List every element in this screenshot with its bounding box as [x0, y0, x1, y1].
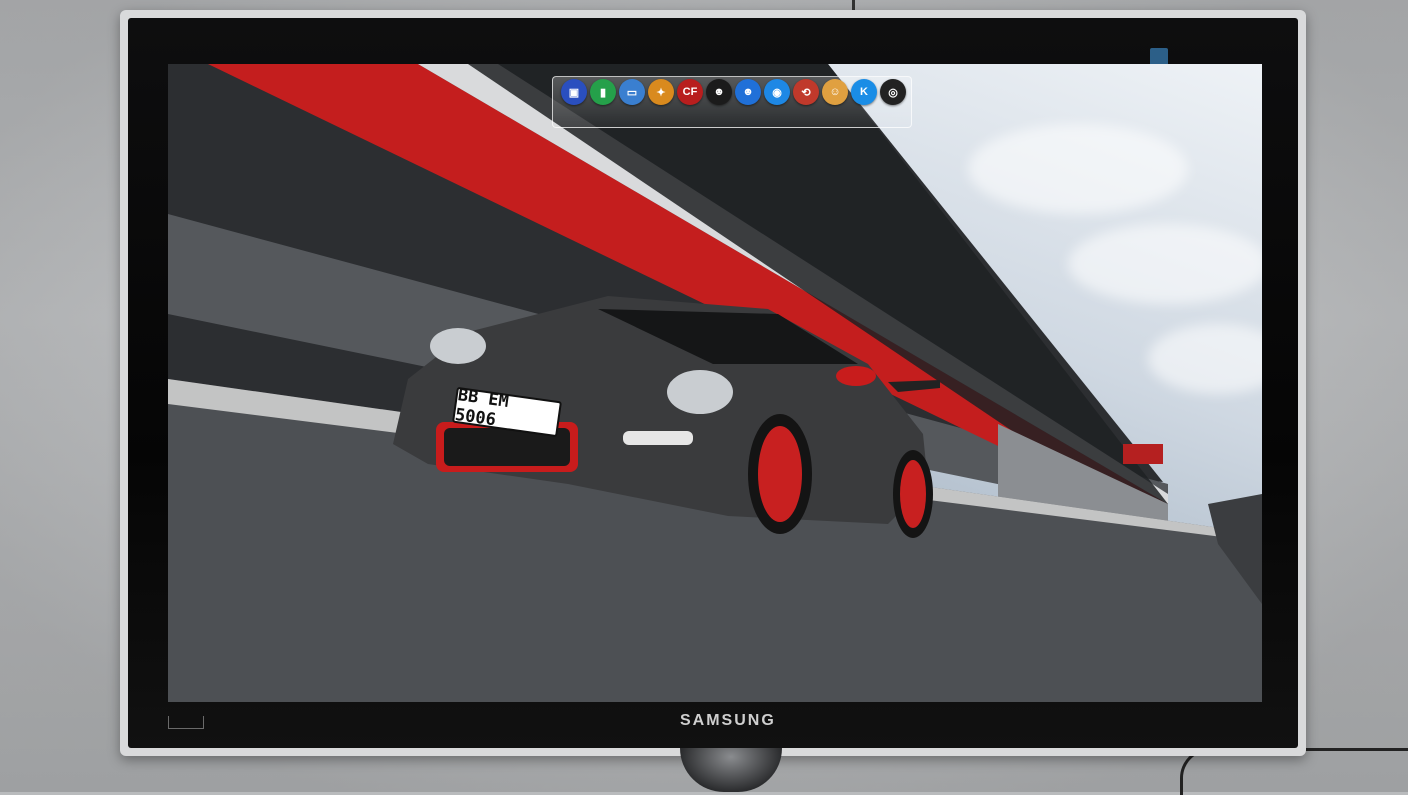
crossfire-icon[interactable]: CF — [677, 79, 703, 105]
wallpaper-grandstand — [168, 64, 1262, 702]
monitor-icon[interactable]: ▣ — [561, 79, 587, 105]
monitor-brand-logo: SAMSUNG — [680, 712, 776, 729]
qq-penguin-blue-icon[interactable]: ☻ — [735, 79, 761, 105]
kugou-icon[interactable]: K — [851, 79, 877, 105]
desktop-dock: ▣ ▮ ▭ ✦ CF ☻ ☻ ◉ ⟲ ☺ K ◎ — [552, 76, 912, 128]
disc-icon[interactable]: ◎ — [880, 79, 906, 105]
tv-icon[interactable]: ▭ — [619, 79, 645, 105]
cat-icon[interactable]: ✦ — [648, 79, 674, 105]
recycle-bin-icon[interactable]: ▮ — [590, 79, 616, 105]
desktop-screen[interactable]: BB EM 5006 ▣ ▮ ▭ ✦ CF ☻ ☻ ◉ ⟲ ☺ K ◎ — [168, 64, 1262, 702]
avatar-icon[interactable]: ☺ — [822, 79, 848, 105]
chrome-icon[interactable]: ⟲ — [793, 79, 819, 105]
power-led — [168, 716, 204, 729]
qq-penguin-icon[interactable]: ☻ — [706, 79, 732, 105]
browser-icon[interactable]: ◉ — [764, 79, 790, 105]
